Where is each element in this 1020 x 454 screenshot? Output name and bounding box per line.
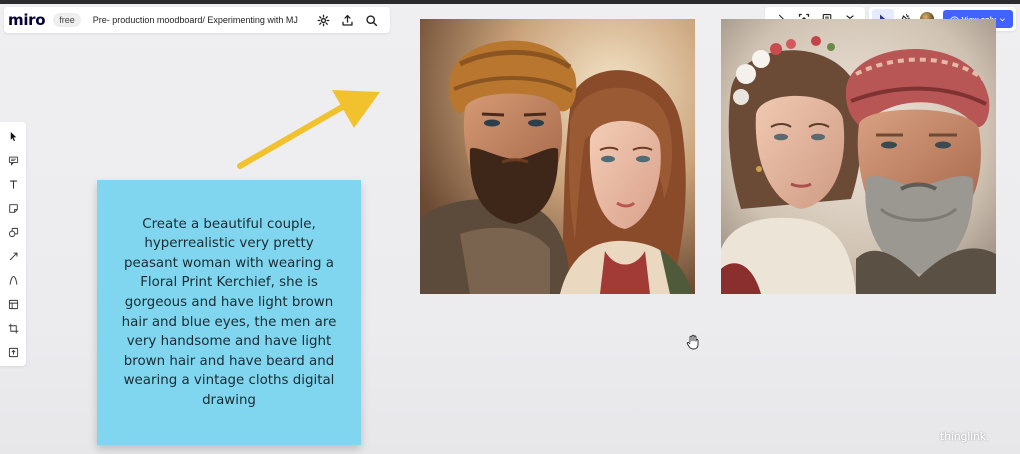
miro-logo[interactable]: miro: [8, 11, 46, 29]
crop-frame-icon[interactable]: [4, 320, 22, 336]
couple-image-2[interactable]: [721, 19, 996, 294]
hand-cursor-icon: [686, 334, 699, 350]
plan-badge[interactable]: free: [53, 13, 81, 27]
connection-line-icon[interactable]: [4, 248, 22, 264]
sticky-comment-icon[interactable]: [4, 152, 22, 168]
text-tool-icon[interactable]: [4, 176, 22, 192]
couple-image-1[interactable]: [420, 19, 695, 294]
board-header: miro free Pre- production moodboard/ Exp…: [4, 7, 390, 33]
select-tool-icon[interactable]: [4, 128, 22, 144]
top-strip: [0, 0, 1020, 4]
search-icon[interactable]: [360, 9, 382, 31]
left-toolbar: [0, 122, 26, 366]
upload-icon[interactable]: [336, 9, 358, 31]
yellow-arrow[interactable]: [236, 84, 382, 170]
sticky-note-icon[interactable]: [4, 200, 22, 216]
frame-templates-icon[interactable]: [4, 296, 22, 312]
sticky-note[interactable]: Create a beautiful couple, hyperrealisti…: [97, 180, 361, 445]
board-title[interactable]: Pre- production moodboard/ Experimenting…: [93, 15, 310, 25]
chevron-down-small-icon: [1000, 17, 1005, 21]
sticky-note-text: Create a beautiful couple, hyperrealisti…: [121, 216, 337, 408]
watermark: thinglink.: [940, 430, 990, 443]
pen-icon[interactable]: [4, 272, 22, 288]
settings-icon[interactable]: [312, 9, 334, 31]
upload-tool-icon[interactable]: [4, 344, 22, 360]
shapes-icon[interactable]: [4, 224, 22, 240]
